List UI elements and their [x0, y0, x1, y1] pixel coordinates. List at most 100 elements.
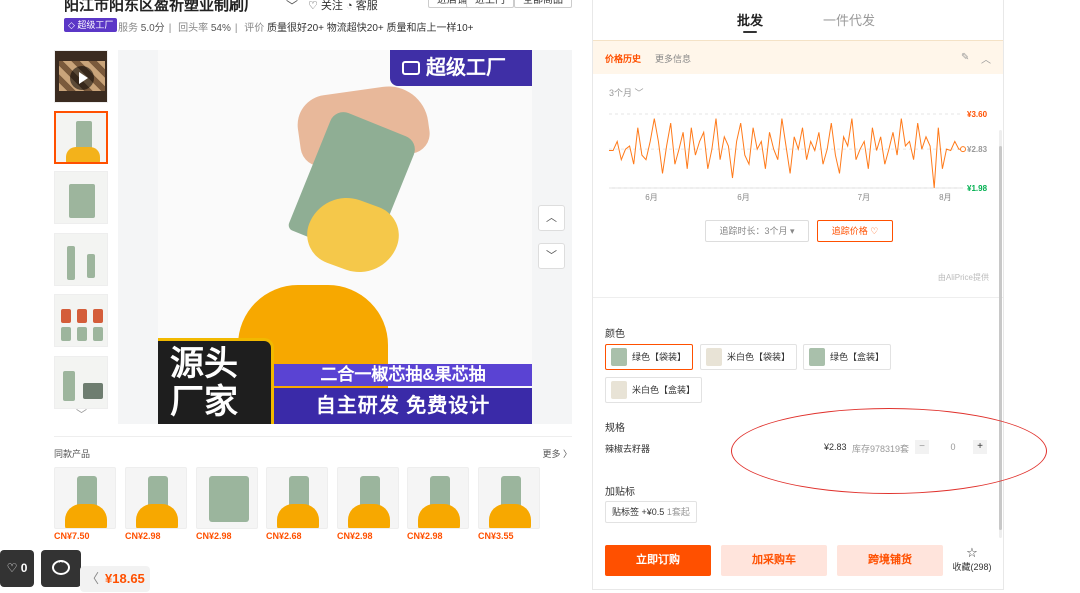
y-tick-label: ¥1.98: [967, 184, 988, 193]
play-icon: [70, 66, 94, 90]
repeat-rate-label: 回头率: [178, 23, 209, 34]
product-thumb-pepper: [66, 147, 100, 162]
purchase-panel: 批发 一件代发 价格历史 更多信息 ✎ ︿ 3个月 ﹀ ¥3.60 ¥2.83 ¥1…: [592, 0, 1004, 590]
swatch-thumb: [706, 348, 722, 366]
shelf-button[interactable]: 进上门: [466, 0, 514, 8]
thumbnail-image[interactable]: [54, 233, 108, 286]
chevron-down-icon[interactable]: ﹀: [538, 243, 565, 269]
scrollbar-thumb[interactable]: [999, 146, 1002, 530]
color-option[interactable]: 米白色【袋装】: [700, 344, 798, 370]
addon-price: +¥0.5: [641, 507, 665, 517]
product-thumb-tool: [76, 121, 92, 149]
product-photo: 超级工厂 源头厂家 二合一椒芯抽&果芯抽 自主研发 免费设计: [158, 50, 532, 424]
chevron-down-icon[interactable]: ﹀: [286, 0, 298, 14]
addon-name: 贴标签: [612, 507, 640, 517]
thumbnail-image[interactable]: [54, 356, 108, 409]
chat-button[interactable]: [41, 550, 81, 587]
x-tick-label: 6月: [737, 193, 749, 202]
favorite-count-button[interactable]: ♡ 0: [0, 550, 34, 587]
chevron-up-icon[interactable]: ︿: [538, 205, 565, 231]
similar-item-image: [196, 467, 258, 529]
thumbnail-image[interactable]: [54, 111, 108, 164]
brand-badge-label: 超级工厂: [426, 57, 506, 79]
collect-button[interactable]: ☆ 收藏(298): [949, 546, 995, 573]
chevron-left-icon[interactable]: 〈: [86, 571, 99, 586]
quantity-increment-button[interactable]: +: [973, 440, 987, 454]
provider-note: 由AliPrice提供: [937, 273, 989, 282]
main-product-image[interactable]: 超级工厂 源头厂家 二合一椒芯抽&果芯抽 自主研发 免费设计: [118, 50, 572, 424]
range-select[interactable]: 3个月 ﹀: [609, 86, 644, 99]
track-duration-select[interactable]: 追踪时长：3个月 ▾: [705, 220, 809, 242]
service-label: 客服: [355, 0, 378, 12]
follow-label: 关注: [320, 0, 343, 12]
chevron-down-icon[interactable]: ﹀: [76, 406, 87, 422]
follow-button[interactable]: ♡ 关注: [308, 0, 343, 13]
service-button[interactable]: ◔ 客服: [346, 0, 378, 13]
pepper-shape: [65, 504, 107, 528]
product-thumb-tool: [77, 327, 87, 341]
color-option[interactable]: 绿色【盒装】: [803, 344, 892, 370]
similar-item[interactable]: CN¥2.98: [407, 467, 469, 541]
pepper-shape: [277, 504, 319, 528]
color-option[interactable]: 绿色【袋装】: [605, 344, 694, 370]
price-float[interactable]: 〈 ¥18.65: [80, 566, 150, 592]
swatch-thumb: [611, 381, 627, 399]
product-thumb-pepper: [77, 309, 87, 323]
quantity-decrement-button[interactable]: −: [915, 440, 929, 454]
product-page: 阳江市阳东区盈祈塑业制刷厂 ﹀ ♡ 关注 ◔ 客服 进店铺 进上门 全部商品 ◇…: [0, 0, 1080, 593]
float-price: ¥18.65: [105, 571, 145, 586]
add-cart-button[interactable]: 加采购车: [721, 545, 827, 576]
review-tag[interactable]: 物流超快20+: [327, 23, 384, 34]
price-history-panel: 价格历史 更多信息 ✎ ︿ 3个月 ﹀ ¥3.60 ¥2.83 ¥1.98 6月 6月 7…: [593, 40, 1003, 298]
similar-item[interactable]: CN¥3.55: [478, 467, 540, 541]
brand-badge: 超级工厂: [390, 50, 532, 86]
chat-icon: [52, 556, 70, 575]
pepper-shape: [489, 504, 531, 528]
chevron-up-icon[interactable]: ︿: [981, 51, 991, 66]
edit-icon[interactable]: ✎: [961, 52, 969, 63]
quantity-input[interactable]: 0: [939, 442, 967, 452]
thumbnail-image[interactable]: [54, 171, 108, 224]
similar-products: 同款产品 更多 〉 CN¥7.50 CN¥2.98 CN¥2.98 CN¥2.6…: [54, 436, 572, 546]
buy-now-button[interactable]: 立即订购: [605, 545, 711, 576]
cross-border-button[interactable]: 跨境铺货: [837, 545, 943, 576]
review-tag[interactable]: 质量和店上一样10+: [387, 23, 474, 34]
addon-label: 加贴标: [605, 487, 635, 498]
similar-more-link[interactable]: 更多 〉: [542, 447, 572, 460]
product-thumb-tool: [87, 254, 95, 278]
similar-item[interactable]: CN¥2.68: [266, 467, 328, 541]
service-score-label: 服务: [118, 23, 138, 34]
tab-price-history[interactable]: 价格历史: [605, 52, 641, 65]
tab-underline: [743, 31, 757, 33]
tab-more-info[interactable]: 更多信息: [655, 52, 691, 65]
similar-item[interactable]: CN¥2.98: [125, 467, 187, 541]
purchase-tabs: 批发 一件代发: [593, 0, 1003, 40]
product-thumb-tool: [93, 327, 103, 341]
color-option[interactable]: 米白色【盒装】: [605, 377, 703, 403]
pepper-shape: [348, 504, 390, 528]
similar-item[interactable]: CN¥2.98: [196, 467, 258, 541]
all-products-button[interactable]: 全部商品: [514, 0, 572, 8]
product-thumb-tool: [69, 184, 95, 218]
tab-wholesale[interactable]: 批发: [737, 10, 763, 29]
track-price-button[interactable]: 追踪价格 ♡: [817, 220, 893, 242]
tab-dropship[interactable]: 一件代发: [823, 10, 875, 29]
thumbnail-video[interactable]: [54, 50, 108, 103]
product-thumb-tool: [67, 246, 75, 280]
product-thumb-tool: [61, 327, 71, 341]
similar-item-image: [337, 467, 399, 529]
shop-header: 阳江市阳东区盈祈塑业制刷厂 ﹀ ♡ 关注 ◔ 客服 进店铺 进上门 全部商品 ◇…: [54, 0, 574, 40]
review-tag[interactable]: 质量很好20+: [267, 23, 324, 34]
similar-item[interactable]: CN¥2.98: [337, 467, 399, 541]
spec-price: ¥2.83: [824, 442, 847, 452]
color-option-label: 绿色【盒装】: [830, 352, 885, 362]
addon-option[interactable]: 贴标签 +¥0.5 1套起: [605, 501, 697, 523]
similar-item-image: [478, 467, 540, 529]
shop-name[interactable]: 阳江市阳东区盈祈塑业制刷厂: [64, 0, 259, 15]
similar-item-image: [54, 467, 116, 529]
thumbnail-image[interactable]: [54, 294, 108, 347]
color-option-label: 绿色【袋装】: [632, 352, 687, 362]
y-tick-label: ¥3.60: [967, 110, 988, 119]
spec-name: 辣椒去籽器: [605, 444, 651, 454]
similar-item[interactable]: CN¥7.50: [54, 467, 116, 541]
